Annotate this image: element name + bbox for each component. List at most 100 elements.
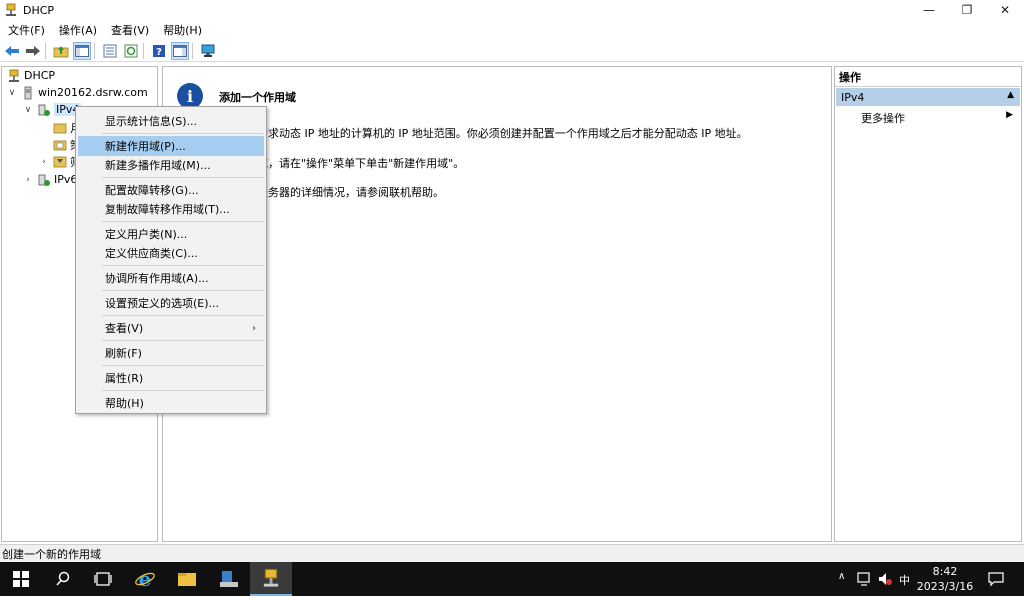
folder-icon: [178, 573, 196, 586]
chevron-right-icon[interactable]: ›: [22, 175, 34, 185]
menu-item-view[interactable]: 查看(V) ›: [78, 318, 264, 338]
actions-pane: 操作 IPv4 ▲ 更多操作 ▶: [834, 66, 1022, 542]
taskbar-server-manager[interactable]: [208, 562, 250, 596]
server-manager-icon: [220, 571, 238, 587]
menu-separator: [102, 221, 264, 222]
toolbar-separator: [45, 42, 46, 59]
task-view-button[interactable]: [82, 562, 124, 596]
menu-item-new-multicast-scope[interactable]: 新建多播作用域(M)...: [78, 155, 264, 175]
svg-text:e: e: [139, 568, 152, 590]
menu-item-replicate-failover[interactable]: 复制故障转移作用域(T)...: [78, 199, 264, 219]
restore-button[interactable]: ❐: [948, 0, 986, 20]
system-clock[interactable]: 8:42 2023/3/16: [912, 564, 978, 594]
menu-item-new-scope[interactable]: 新建作用域(P)...: [78, 136, 264, 156]
search-button[interactable]: [42, 562, 84, 596]
menu-item-configure-failover[interactable]: 配置故障转移(G)...: [78, 180, 264, 200]
help-icon[interactable]: ?: [150, 42, 168, 60]
tree-label: IPv6: [54, 173, 78, 186]
chevron-up-icon[interactable]: ∧: [838, 571, 845, 582]
menu-item-properties[interactable]: 属性(R): [78, 368, 264, 388]
content-title: 添加一个作用域: [219, 91, 296, 104]
task-view-icon: [94, 572, 112, 586]
svg-text:?: ?: [156, 47, 162, 58]
windows-logo-icon: [13, 571, 29, 587]
menu-file[interactable]: 文件(F): [2, 22, 51, 38]
policy-folder-icon: [53, 140, 67, 150]
toolbar-separator: [143, 42, 144, 59]
menu-item-help[interactable]: 帮助(H): [78, 393, 264, 413]
more-actions-item[interactable]: 更多操作: [861, 110, 905, 126]
console-icon[interactable]: [171, 41, 189, 60]
menu-item-label: 查看(V): [105, 322, 144, 335]
chevron-down-icon[interactable]: ∨: [6, 88, 18, 98]
network-ipv6-icon: [38, 174, 50, 186]
actions-header: 操作: [835, 67, 1021, 87]
back-arrow-icon[interactable]: [3, 42, 21, 60]
context-menu: 显示统计信息(S)... 新建作用域(P)... 新建多播作用域(M)... 配…: [75, 106, 267, 414]
content-text: 服务器的详细情况，请参阅联机帮助。: [257, 186, 444, 199]
folder-icon: [53, 123, 67, 133]
show-hide-tree-icon[interactable]: [73, 41, 91, 60]
chevron-right-icon: ›: [252, 322, 256, 334]
network-icon[interactable]: [856, 571, 872, 587]
toolbar-separator: [192, 42, 193, 59]
dhcp-trophy-icon: [9, 69, 19, 82]
menu-view[interactable]: 查看(V): [105, 22, 155, 38]
window-title: DHCP: [23, 3, 55, 17]
chevron-right-icon[interactable]: ›: [38, 157, 50, 167]
clock-date: 2023/3/16: [916, 580, 974, 593]
menu-separator: [102, 365, 264, 366]
tree-label: win20162.dsrw.com: [38, 86, 148, 99]
menu-help[interactable]: 帮助(H): [157, 22, 208, 38]
menu-action[interactable]: 操作(A): [53, 22, 103, 38]
menu-item-define-user-classes[interactable]: 定义用户类(N)...: [78, 224, 264, 244]
refresh-icon[interactable]: [122, 42, 140, 60]
tree-node-ipv6[interactable]: › IPv6: [22, 171, 77, 188]
ime-indicator[interactable]: 中: [899, 572, 910, 588]
menu-separator: [102, 265, 264, 266]
dhcp-trophy-icon: [263, 568, 279, 587]
internet-explorer-icon: e: [135, 568, 155, 590]
status-text: 创建一个新的作用域: [2, 547, 101, 561]
menu-separator: [102, 315, 264, 316]
clock-time: 8:42: [932, 565, 958, 578]
menu-separator: [102, 340, 264, 341]
tree-node-server[interactable]: ∨ win20162.dsrw.com: [6, 84, 148, 101]
notification-icon[interactable]: [988, 571, 1004, 587]
menu-separator: [102, 133, 264, 134]
menu-separator: [102, 390, 264, 391]
dhcp-app-icon: [6, 3, 16, 16]
actions-section-label: IPv4: [841, 90, 865, 104]
taskbar: e ∧ 中 8:42 2023/3/16: [0, 562, 1024, 596]
search-icon: [56, 571, 70, 586]
menu-item-refresh[interactable]: 刷新(F): [78, 343, 264, 363]
speaker-muted-icon[interactable]: [877, 571, 893, 587]
monitor-icon[interactable]: [199, 42, 217, 60]
toolbar: ?: [0, 40, 1024, 62]
minimize-button[interactable]: —: [910, 0, 948, 20]
taskbar-file-explorer[interactable]: [166, 562, 208, 596]
content-text: 请求动态 IP 地址的计算机的 IP 地址范围。你必须创建并配置一个作用域之后才…: [257, 127, 748, 140]
start-button[interactable]: [0, 562, 42, 596]
up-folder-icon[interactable]: [52, 42, 70, 60]
forward-arrow-icon[interactable]: [24, 42, 42, 60]
tree-node-dhcp[interactable]: DHCP: [4, 67, 55, 84]
tree-label: DHCP: [24, 69, 56, 82]
close-button[interactable]: ✕: [986, 0, 1024, 20]
chevron-down-icon[interactable]: ∨: [22, 105, 34, 115]
collapse-up-icon[interactable]: ▲: [1007, 90, 1014, 100]
menu-separator: [102, 177, 264, 178]
menu-separator: [102, 290, 264, 291]
filter-icon: [53, 156, 67, 167]
tree-node-ipv4[interactable]: ∨ IPv4: [22, 101, 82, 118]
network-ipv4-icon: [38, 104, 50, 116]
menu-bar: 文件(F) 操作(A) 查看(V) 帮助(H): [0, 20, 1024, 40]
actions-section-ipv4[interactable]: IPv4 ▲: [836, 88, 1020, 106]
menu-item-reconcile-scopes[interactable]: 协调所有作用域(A)...: [78, 268, 264, 288]
export-list-icon[interactable]: [101, 42, 119, 60]
taskbar-dhcp[interactable]: [250, 562, 292, 596]
menu-item-predefined-options[interactable]: 设置预定义的选项(E)...: [78, 293, 264, 313]
taskbar-ie[interactable]: e: [124, 562, 166, 596]
menu-item-define-vendor-classes[interactable]: 定义供应商类(C)...: [78, 243, 264, 263]
menu-item-show-statistics[interactable]: 显示统计信息(S)...: [78, 111, 264, 131]
